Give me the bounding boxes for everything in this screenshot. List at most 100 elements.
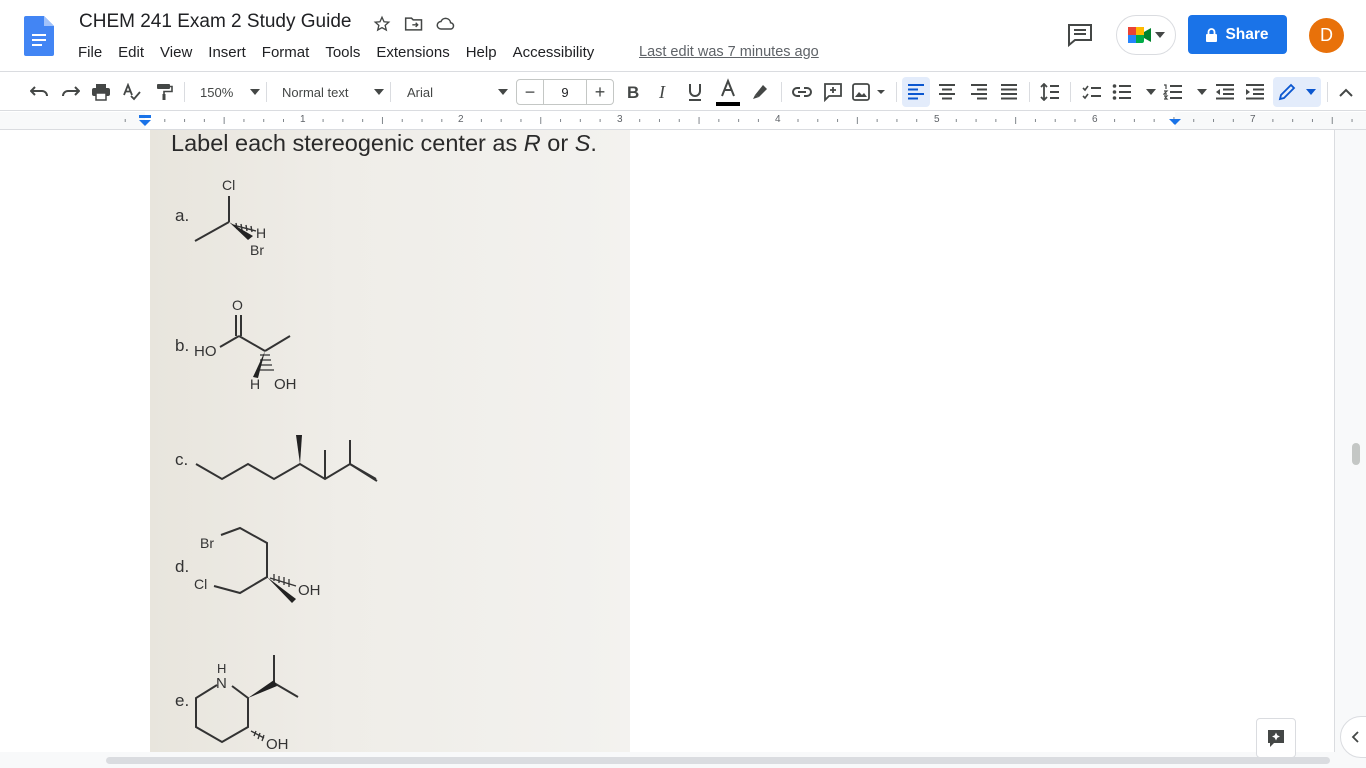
menu-bar: File Edit View Insert Format Tools Exten… [70, 43, 602, 63]
increase-font-size-button[interactable]: + [587, 80, 613, 104]
atom-label: H [217, 661, 226, 676]
insert-link-icon[interactable] [790, 80, 814, 104]
redo-icon[interactable] [58, 80, 82, 104]
account-avatar[interactable]: D [1309, 18, 1344, 53]
italic-icon[interactable]: I [653, 80, 675, 104]
star-icon[interactable] [371, 13, 393, 35]
bulleted-list-icon[interactable] [1112, 80, 1156, 104]
print-icon[interactable] [89, 80, 113, 104]
atom-label: N [216, 675, 227, 692]
menu-view[interactable]: View [152, 43, 200, 63]
justify-icon[interactable] [997, 80, 1021, 104]
atom-label: Br [200, 535, 214, 551]
horizontal-scrollbar[interactable] [0, 752, 1366, 768]
chevron-down-icon [374, 89, 384, 95]
spellcheck-icon[interactable] [120, 80, 144, 104]
paragraph-style-select[interactable]: Normal text [276, 80, 384, 104]
increase-indent-icon[interactable] [1243, 80, 1267, 104]
line-spacing-icon[interactable] [1038, 80, 1062, 104]
font-size-input[interactable]: 9 [543, 80, 587, 104]
atom-label: OH [298, 582, 321, 599]
lock-icon [1206, 27, 1218, 42]
atom-label: H [250, 376, 260, 392]
decrease-font-size-button[interactable]: − [517, 80, 543, 104]
molecule-e [195, 655, 299, 744]
atom-label: Br [250, 242, 264, 258]
atom-label: OH [266, 736, 289, 752]
text-color-icon[interactable] [715, 77, 741, 107]
font-size-control: − 9 + [516, 79, 614, 105]
vertical-scrollbar[interactable] [1352, 443, 1360, 465]
app-header: CHEM 241 Exam 2 Study Guide File Edit Vi… [0, 0, 1366, 70]
menu-help[interactable]: Help [458, 43, 505, 63]
insert-image-icon[interactable] [851, 80, 887, 104]
atom-label: HO [194, 343, 217, 360]
question-text: Label each stereogenic center as R or S. [171, 130, 597, 156]
item-letter-e: e. [175, 691, 189, 710]
undo-icon[interactable] [28, 80, 52, 104]
align-center-icon[interactable] [935, 80, 959, 104]
docs-logo-icon[interactable] [24, 16, 54, 56]
move-folder-icon[interactable] [403, 13, 425, 35]
explore-icon [1266, 728, 1286, 748]
chevron-left-icon [1351, 731, 1359, 743]
document-title[interactable]: CHEM 241 Exam 2 Study Guide [79, 11, 351, 33]
atom-label: Cl [222, 177, 235, 193]
atom-label: OH [274, 376, 297, 393]
bold-icon[interactable]: B [622, 80, 644, 104]
right-indent-marker[interactable] [1168, 118, 1182, 126]
atom-label: Cl [194, 576, 207, 592]
svg-text:I: I [658, 84, 666, 100]
meet-button[interactable] [1116, 15, 1176, 55]
menu-edit[interactable]: Edit [110, 43, 152, 63]
formatting-toolbar: 150% Normal text Arial − 9 + B I [0, 71, 1366, 111]
checklist-icon[interactable] [1080, 80, 1104, 104]
comments-icon[interactable] [1066, 22, 1094, 48]
align-right-icon[interactable] [967, 80, 991, 104]
chevron-down-icon [1155, 32, 1165, 38]
explore-button[interactable] [1256, 718, 1296, 758]
molecule-b [219, 315, 291, 371]
share-label: Share [1225, 25, 1269, 43]
cloud-status-icon[interactable] [435, 13, 457, 35]
pencil-icon [1278, 83, 1296, 101]
last-edit-link[interactable]: Last edit was 7 minutes ago [639, 44, 819, 60]
item-letter-b: b. [175, 336, 189, 355]
numbered-list-icon[interactable] [1163, 80, 1207, 104]
menu-tools[interactable]: Tools [317, 43, 368, 63]
underline-icon[interactable] [684, 80, 706, 104]
embedded-image[interactable]: a. Cl H Br b. O HO H OH c. d. Br Cl OH e… [150, 130, 630, 752]
menu-insert[interactable]: Insert [200, 43, 254, 63]
menu-file[interactable]: File [70, 43, 110, 63]
svg-text:B: B [627, 84, 639, 100]
atom-label: H [256, 225, 266, 241]
decrease-indent-icon[interactable] [1213, 80, 1237, 104]
meet-icon [1127, 25, 1153, 45]
atom-label: O [232, 297, 243, 313]
horizontal-scrollbar-thumb[interactable] [106, 757, 1330, 764]
document-canvas: a. Cl H Br b. O HO H OH c. d. Br Cl OH e… [0, 130, 1366, 752]
left-indent-marker[interactable] [138, 115, 152, 127]
menu-extensions[interactable]: Extensions [368, 43, 457, 63]
collapse-toolbar-icon[interactable] [1335, 80, 1357, 104]
paint-format-icon[interactable] [152, 80, 176, 104]
add-comment-icon[interactable] [821, 80, 845, 104]
item-letter-c: c. [175, 450, 188, 469]
chevron-down-icon [250, 89, 260, 95]
menu-accessibility[interactable]: Accessibility [505, 43, 603, 63]
highlight-color-icon[interactable] [749, 80, 771, 104]
font-family-select[interactable]: Arial [400, 80, 508, 104]
share-button[interactable]: Share [1188, 15, 1287, 54]
document-page[interactable]: a. Cl H Br b. O HO H OH c. d. Br Cl OH e… [0, 130, 1335, 752]
chevron-down-icon [498, 89, 508, 95]
item-letter-a: a. [175, 206, 189, 225]
editing-mode-button[interactable] [1273, 77, 1321, 107]
align-left-icon[interactable] [902, 77, 930, 107]
zoom-select[interactable]: 150% [194, 80, 260, 104]
molecule-d [213, 526, 297, 595]
chevron-down-icon [1306, 89, 1316, 95]
horizontal-ruler[interactable]: 1 2 3 4 5 6 7 [0, 112, 1366, 130]
menu-format[interactable]: Format [254, 43, 318, 63]
molecule-c [195, 462, 377, 481]
item-letter-d: d. [175, 557, 189, 576]
